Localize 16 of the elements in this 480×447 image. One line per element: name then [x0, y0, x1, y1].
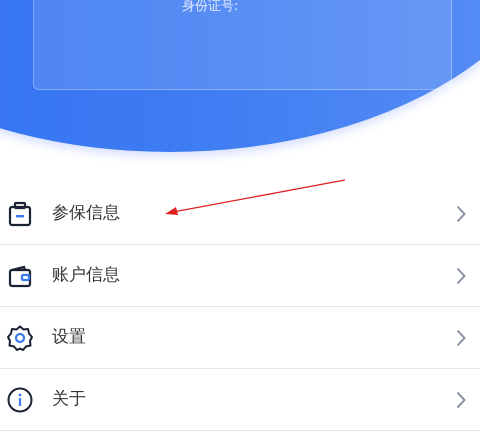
menu-item[interactable]: 设置: [0, 307, 480, 369]
menu-item[interactable]: 关于: [0, 369, 480, 431]
menu-label: 账户信息: [52, 264, 121, 287]
menu-item[interactable]: 参保信息: [0, 183, 480, 245]
chevron-right-icon: [456, 266, 466, 284]
chevron-right-icon: [456, 204, 466, 222]
menu-item[interactable]: 账户信息: [0, 245, 480, 307]
wallet-icon: [8, 264, 32, 288]
clipboard-icon: [8, 200, 32, 226]
menu-label: 参保信息: [52, 202, 121, 225]
chevron-right-icon: [456, 328, 466, 346]
settings-icon: [7, 324, 33, 350]
menu-label: 设置: [52, 326, 87, 349]
info-icon: [7, 386, 33, 412]
chevron-right-icon: [456, 390, 466, 408]
menu-label: 关于: [52, 388, 87, 411]
